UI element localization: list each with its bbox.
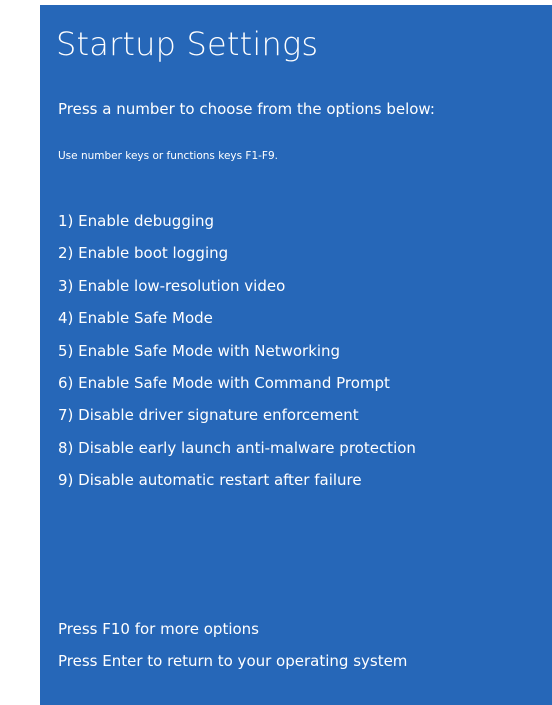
option-disable-driver-signature[interactable]: 7) Disable driver signature enforcement — [58, 399, 416, 431]
page-title: Startup Settings — [56, 25, 319, 63]
option-safe-mode-command-prompt[interactable]: 6) Enable Safe Mode with Command Prompt — [58, 367, 416, 399]
return-to-os-link[interactable]: Press Enter to return to your operating … — [58, 645, 407, 677]
option-enable-low-resolution-video[interactable]: 3) Enable low-resolution video — [58, 270, 416, 302]
startup-options-list: 1) Enable debugging 2) Enable boot loggi… — [58, 205, 416, 497]
instruction-prompt: Press a number to choose from the option… — [58, 100, 435, 118]
option-safe-mode-networking[interactable]: 5) Enable Safe Mode with Networking — [58, 335, 416, 367]
option-disable-anti-malware[interactable]: 8) Disable early launch anti-malware pro… — [58, 432, 416, 464]
option-enable-safe-mode[interactable]: 4) Enable Safe Mode — [58, 302, 416, 334]
footer-instructions: Press F10 for more options Press Enter t… — [58, 613, 407, 677]
option-enable-boot-logging[interactable]: 2) Enable boot logging — [58, 237, 416, 269]
keys-hint: Use number keys or functions keys F1-F9. — [58, 150, 278, 162]
startup-settings-screen: Startup Settings Press a number to choos… — [40, 5, 552, 705]
option-disable-auto-restart[interactable]: 9) Disable automatic restart after failu… — [58, 464, 416, 496]
more-options-link[interactable]: Press F10 for more options — [58, 613, 407, 645]
option-enable-debugging[interactable]: 1) Enable debugging — [58, 205, 416, 237]
